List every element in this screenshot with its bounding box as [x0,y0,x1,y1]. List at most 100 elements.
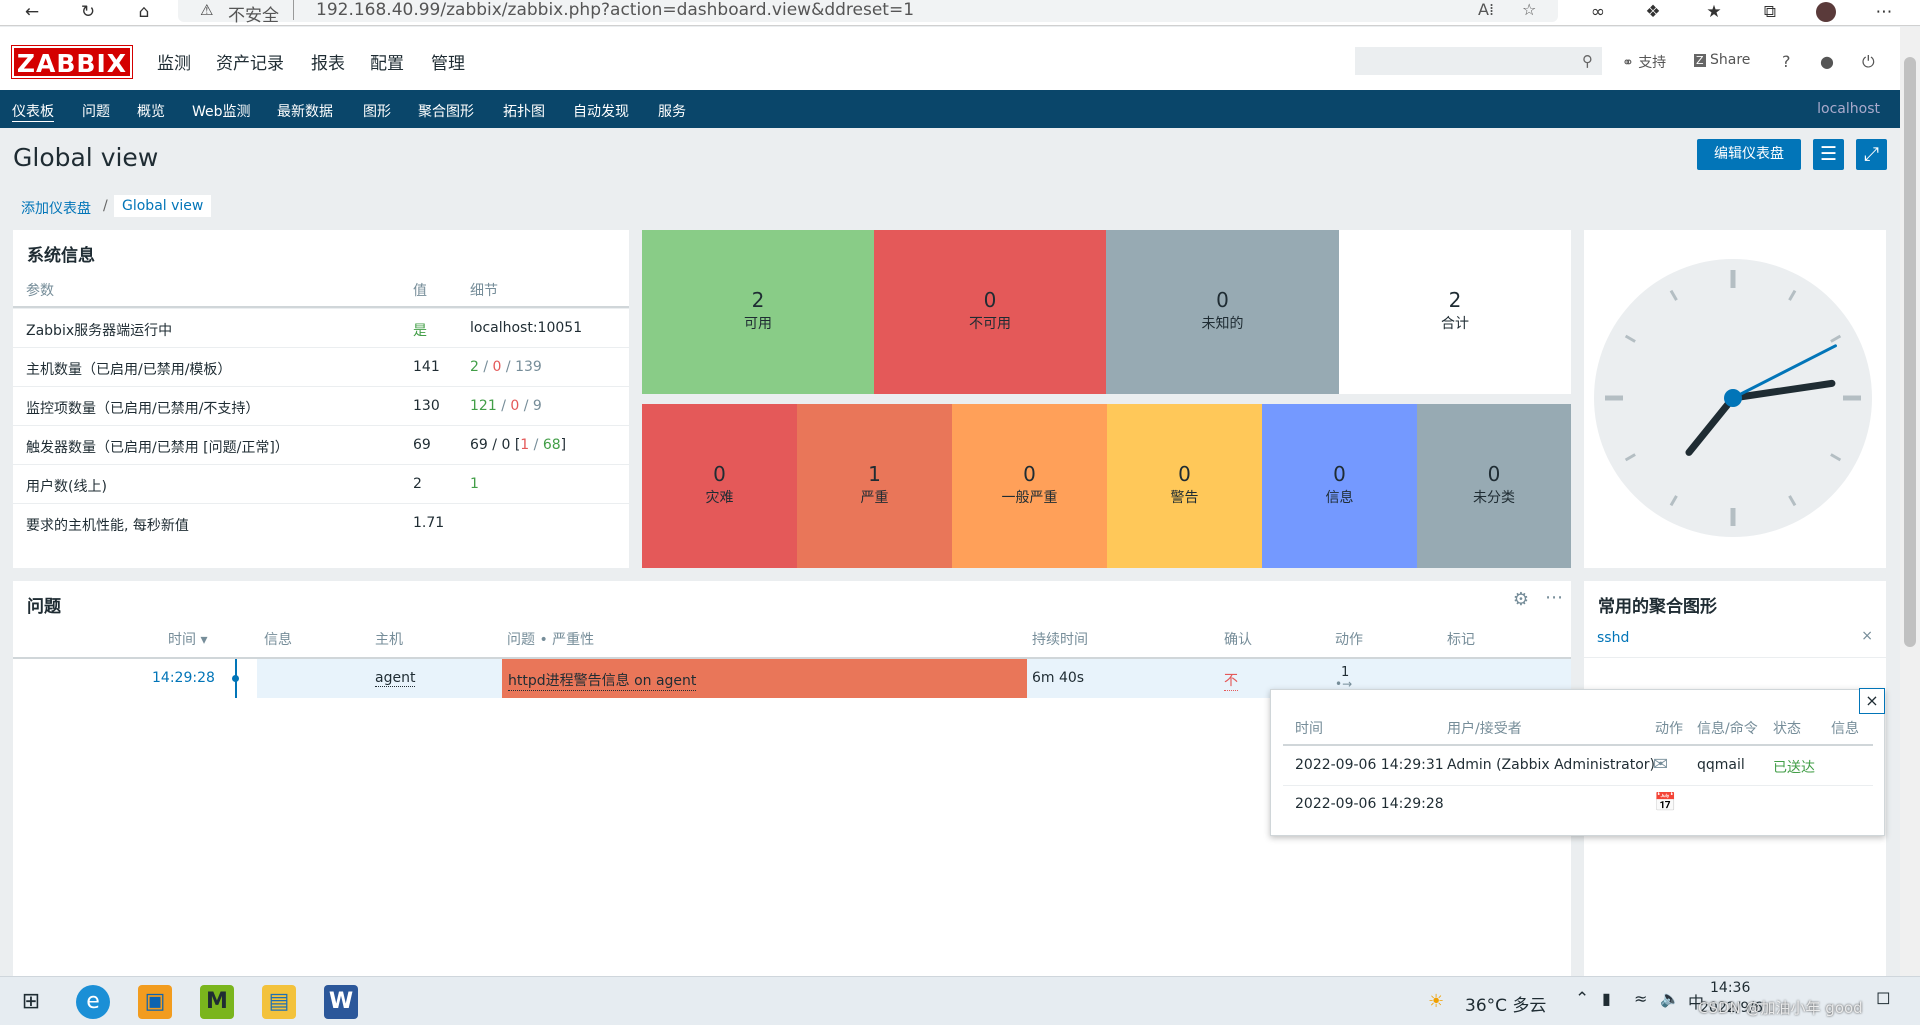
problem-severity-cell[interactable]: httpd进程警告信息 on agent [502,659,1027,698]
nav-screens[interactable]: 聚合图形 [418,101,474,121]
mobaxterm-icon[interactable]: M [200,985,234,1019]
menu-reports[interactable]: 报表 [311,49,345,74]
share-link[interactable]: Z Share [1694,52,1750,68]
close-button[interactable]: × [1859,688,1885,714]
label: 一般严重 [1001,490,1058,506]
menu-inventory[interactable]: 资产记录 [216,49,284,74]
column-info: 信息 [264,632,292,648]
tray-chevron-icon[interactable]: ⌃ [1575,989,1589,1009]
reload-icon[interactable]: ↻ [78,2,98,22]
nav-discovery[interactable]: 自动发现 [573,101,629,121]
host-unknown[interactable]: 0 未知的 [1106,230,1339,394]
widget-title: 问题 [27,597,61,617]
gear-icon[interactable]: ⚙ [1513,589,1529,610]
nav-services[interactable]: 服务 [658,101,686,121]
problem-time-link[interactable]: 14:29:28 [152,670,215,686]
menu-monitoring[interactable]: 监测 [157,49,191,97]
help-icon[interactable]: ? [1782,52,1791,71]
vmware-icon[interactable]: ▣ [138,985,172,1019]
nav-latest-data[interactable]: 最新数据 [277,101,333,121]
volume-icon[interactable]: 🔈 [1660,989,1680,1008]
logout-icon[interactable]: ⏻ [1862,52,1875,72]
url-text[interactable]: 192.168.40.99/zabbix/zabbix.php?action=d… [316,0,914,20]
favorites-list-icon[interactable]: ★ [1704,2,1724,22]
weather-text[interactable]: 36°C 多云 [1465,991,1546,1016]
menu-administration[interactable]: 管理 [431,49,465,74]
fullscreen-icon[interactable]: ⤢ [1856,139,1887,170]
problem-name-link[interactable]: httpd进程警告信息 on agent [508,670,697,691]
divider [1584,657,1886,658]
menu-configuration[interactable]: 配置 [370,49,404,74]
support-label: 支持 [1638,55,1667,71]
severity-high[interactable]: 1 严重 [797,404,952,568]
profile-avatar[interactable] [1816,2,1836,22]
row-detail: localhost:10051 [470,320,583,336]
breadcrumb-add-dashboard[interactable]: 添加仪表盘 [21,198,91,218]
host-unavailable[interactable]: 0 不可用 [874,230,1106,394]
column-actions: 动作 [1335,632,1363,648]
notification-icon[interactable]: ◻ [1876,987,1891,1008]
nav-problems[interactable]: 问题 [82,101,110,121]
action-user: Admin (Zabbix Administrator) [1447,757,1655,773]
menu-icon[interactable]: ☰ [1813,139,1844,170]
edit-dashboard-button[interactable]: 编辑仪表盘 [1697,139,1801,170]
back-icon[interactable]: ← [22,2,42,22]
more-icon[interactable]: ⋯ [1874,2,1894,22]
nav-web[interactable]: Web监测 [192,101,251,121]
favourite-screen-link[interactable]: sshd [1597,630,1629,646]
breadcrumb-global-view[interactable]: Global view [114,195,212,217]
collections-icon[interactable]: ⧉ [1760,2,1780,22]
severity-average[interactable]: 0 一般严重 [952,404,1107,568]
file-explorer-icon[interactable]: ▤ [262,985,296,1019]
severity-warning[interactable]: 0 警告 [1107,404,1262,568]
column-time[interactable]: 时间 ▾ [168,629,207,649]
severity-information[interactable]: 0 信息 [1262,404,1417,568]
remove-icon[interactable]: × [1861,628,1873,644]
scrollbar-thumb[interactable] [1904,57,1916,647]
page-scrollbar[interactable] [1900,27,1920,976]
row-value: 1.71 [413,515,445,531]
search-icon[interactable]: ⚲ [1582,52,1593,70]
row-value: 2 [413,476,422,492]
problems-by-severity-widget: 0 灾难 1 严重 0 一般严重 0 警告 0 信息 0 未分类 [642,404,1571,568]
nav-overview[interactable]: 概览 [137,101,165,121]
row-param: 主机数量（已启用/已禁用/模板） [26,362,232,378]
not-secure-label: 不安全 [228,6,279,26]
nav-dashboard[interactable]: 仪表板 [12,101,54,122]
more-icon[interactable]: ⋯ [1545,587,1563,608]
problem-host-link[interactable]: agent [375,670,416,687]
clock-time[interactable]: 14:36 [1710,980,1750,996]
nav-maps[interactable]: 拓扑图 [503,101,545,121]
column-status: 状态 [1773,721,1801,737]
count: 1 [868,462,881,486]
action-command: qqmail [1697,757,1745,773]
favorite-icon[interactable]: ☆ [1522,0,1536,19]
divider [1283,744,1873,746]
column-duration: 持续时间 [1032,632,1088,648]
host-total[interactable]: 2 合计 [1339,230,1571,394]
severity-not-classified[interactable]: 0 未分类 [1417,404,1571,568]
weather-icon: ☀ [1428,991,1445,1012]
column-problem: 问题 • 严重性 [507,632,595,648]
battery-icon[interactable]: ▮ [1602,989,1611,1008]
support-link[interactable]: ⚭ 支持 [1622,52,1666,72]
share-label: Share [1710,52,1751,68]
divider [293,0,294,20]
read-aloud-icon[interactable]: A⁞ [1478,0,1494,19]
zabbix-logo[interactable]: ZABBIX [11,45,133,79]
search-input[interactable]: ⚲ [1355,47,1602,75]
severity-disaster[interactable]: 0 灾难 [642,404,797,568]
address-bar[interactable]: ⚠ 不安全 192.168.40.99/zabbix/zabbix.php?ac… [178,0,1558,26]
problem-ack-link[interactable]: 不 [1224,670,1238,691]
infinity-icon[interactable]: ∞ [1588,2,1608,22]
edge-browser-icon[interactable]: e [76,985,110,1019]
extensions-icon[interactable]: ❖ [1643,2,1663,22]
host-available[interactable]: 2 可用 [642,230,874,394]
nav-graphs[interactable]: 图形 [363,101,391,121]
windows-taskbar: ⊞ e ▣ M ▤ W ☀ 36°C 多云 ⌃ ▮ ≈ 🔈 中 14:36 20… [0,976,1920,1025]
user-profile-icon[interactable]: ● [1820,52,1834,71]
home-icon[interactable]: ⌂ [134,2,154,22]
windows-start-icon[interactable]: ⊞ [14,985,48,1019]
wifi-icon[interactable]: ≈ [1634,989,1647,1008]
word-icon[interactable]: W [324,985,358,1019]
